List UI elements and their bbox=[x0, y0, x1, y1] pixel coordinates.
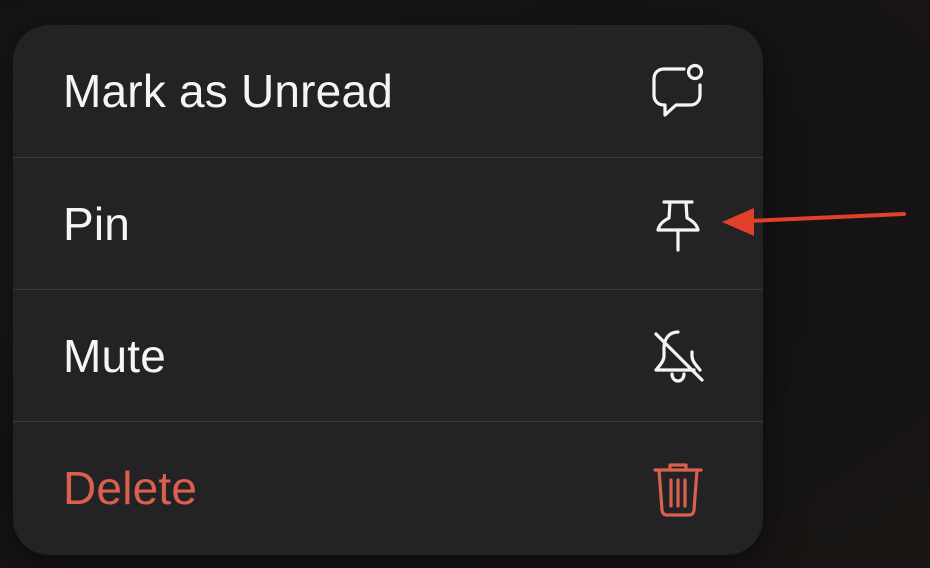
menu-item-mark-as-unread[interactable]: Mark as Unread bbox=[13, 25, 763, 157]
context-menu: Mark as Unread Pin Mute Delete bbox=[13, 25, 763, 555]
menu-item-label: Mark as Unread bbox=[63, 65, 394, 117]
menu-item-label: Pin bbox=[63, 197, 131, 250]
menu-item-label: Mute bbox=[63, 329, 167, 382]
unread-message-icon bbox=[648, 61, 708, 121]
menu-item-label: Delete bbox=[63, 461, 198, 514]
trash-icon bbox=[648, 458, 708, 518]
bell-slash-icon bbox=[648, 326, 708, 386]
annotation-arrow-icon bbox=[722, 208, 906, 236]
menu-item-mute[interactable]: Mute bbox=[13, 289, 763, 421]
menu-item-pin[interactable]: Pin bbox=[13, 157, 763, 289]
pin-icon bbox=[648, 194, 708, 254]
menu-item-delete[interactable]: Delete bbox=[13, 421, 763, 553]
